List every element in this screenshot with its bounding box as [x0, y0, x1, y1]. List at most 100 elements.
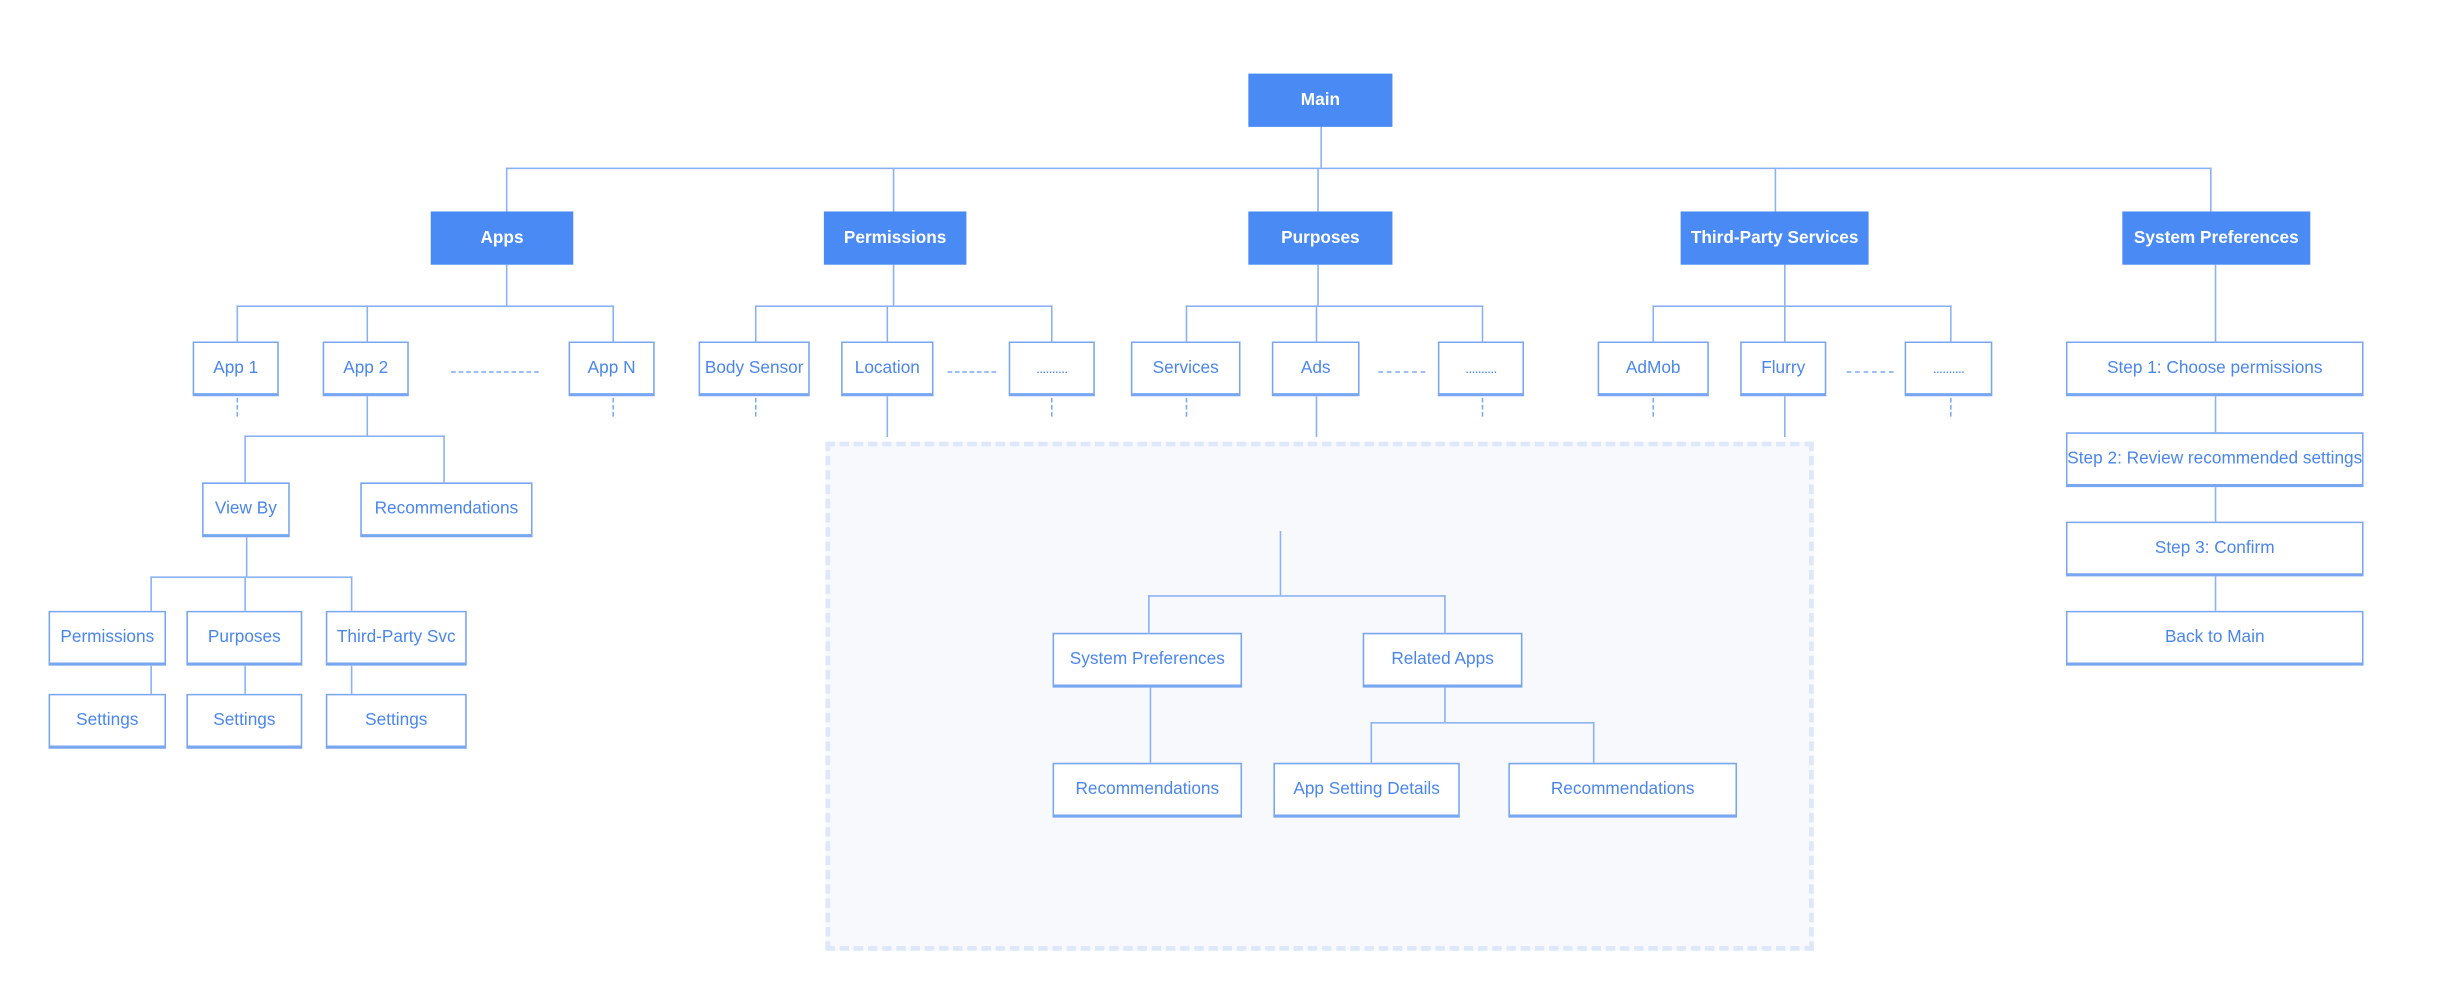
- node-step-1[interactable]: Step 1: Choose permissions: [2065, 341, 2364, 397]
- connector-line: [1592, 722, 1595, 763]
- node-third-party-services[interactable]: Third-Party Services: [1680, 211, 1869, 265]
- connector-line: [612, 305, 614, 342]
- connector-line: [1148, 595, 1446, 597]
- node-app-1[interactable]: App 1: [192, 341, 279, 397]
- connector-line: [1652, 305, 1655, 342]
- ellipsis-dashes: [1846, 371, 1894, 373]
- dashed-connector: [1050, 397, 1053, 417]
- node-settings-permissions[interactable]: Settings: [48, 693, 167, 749]
- connector-line: [1444, 595, 1446, 633]
- node-detail-recommendations[interactable]: Recommendations: [1052, 762, 1243, 818]
- connector-line: [1317, 264, 1319, 306]
- connector-line: [245, 537, 248, 577]
- node-body-sensor[interactable]: Body Sensor: [698, 341, 810, 397]
- connector-line: [236, 305, 239, 342]
- node-apps[interactable]: Apps: [430, 211, 574, 265]
- connector-line: [150, 576, 353, 578]
- connector-line: [150, 576, 152, 611]
- connector-line: [244, 435, 445, 437]
- node-related-apps[interactable]: Related Apps: [1362, 632, 1523, 688]
- connector-line: [350, 665, 353, 694]
- node-more-purposes[interactable]: ..........: [1437, 341, 1525, 397]
- connector-line: [150, 665, 152, 694]
- dashed-connector: [612, 397, 614, 417]
- dashed-connector: [754, 397, 757, 417]
- node-admob[interactable]: AdMob: [1597, 341, 1709, 397]
- connector-line: [892, 167, 895, 212]
- connector-line: [1481, 305, 1484, 342]
- connector-line: [236, 305, 614, 307]
- node-settings-third-party[interactable]: Settings: [325, 693, 467, 749]
- connector-line: [1784, 264, 1786, 306]
- node-related-recommendations[interactable]: Recommendations: [1508, 762, 1738, 818]
- node-flurry[interactable]: Flurry: [1740, 341, 1827, 397]
- connector-line: [2214, 487, 2217, 522]
- node-step-2[interactable]: Step 2: Review recommended settings: [2065, 432, 2364, 488]
- connector-line: [754, 305, 1053, 307]
- node-purposes[interactable]: Purposes: [1248, 211, 1393, 265]
- connector-line: [1370, 722, 1595, 724]
- connector-line: [1050, 305, 1053, 342]
- node-back-to-main[interactable]: Back to Main: [2065, 610, 2364, 666]
- node-settings-purposes[interactable]: Settings: [186, 693, 303, 749]
- node-step-3[interactable]: Step 3: Confirm: [2065, 521, 2364, 577]
- node-view-purposes[interactable]: Purposes: [186, 610, 303, 666]
- dashed-connector: [1481, 397, 1484, 417]
- connector-line: [505, 167, 508, 212]
- node-location[interactable]: Location: [841, 341, 934, 397]
- connector-line: [1149, 687, 1152, 763]
- connector-line: [2214, 576, 2217, 611]
- shared-detail-zone: [825, 441, 1814, 951]
- connector-line: [754, 305, 757, 342]
- connector-line: [892, 264, 895, 306]
- node-app-n[interactable]: App N: [568, 341, 655, 397]
- node-main[interactable]: Main: [1248, 73, 1393, 127]
- ellipsis-dashes: [1378, 371, 1426, 373]
- connector-line: [505, 264, 508, 306]
- connector-line: [244, 435, 246, 483]
- connector-line: [443, 435, 445, 483]
- node-view-permissions[interactable]: Permissions: [48, 610, 167, 666]
- connector-line: [1315, 396, 1318, 437]
- ellipsis-dashes: [947, 371, 997, 373]
- node-app-recommendations[interactable]: Recommendations: [360, 482, 533, 538]
- connector-line: [1320, 126, 1322, 168]
- connector-line: [1784, 305, 1786, 342]
- connector-line: [1317, 167, 1319, 212]
- connector-line: [244, 665, 246, 694]
- node-detail-system-preferences[interactable]: System Preferences: [1052, 632, 1243, 688]
- connector-line: [886, 305, 889, 342]
- connector-line: [366, 396, 369, 436]
- node-ads[interactable]: Ads: [1271, 341, 1360, 397]
- node-view-third-party[interactable]: Third-Party Svc: [325, 610, 467, 666]
- connector-line: [1774, 167, 1777, 212]
- dashed-connector: [1950, 397, 1952, 417]
- dashed-connector: [1185, 397, 1188, 417]
- node-more-third-party[interactable]: ..........: [1904, 341, 1993, 397]
- connector-line: [1148, 595, 1150, 633]
- connector-line: [1370, 722, 1373, 763]
- connector-line: [366, 305, 369, 342]
- node-permissions[interactable]: Permissions: [823, 211, 967, 265]
- connector-line: [1784, 396, 1786, 437]
- connector-line: [2210, 167, 2212, 212]
- connector-line: [1652, 305, 1952, 307]
- node-services[interactable]: Services: [1130, 341, 1241, 397]
- connector-line: [1185, 305, 1484, 307]
- connector-line: [886, 396, 889, 437]
- connector-line: [350, 576, 353, 611]
- connector-line: [2214, 264, 2217, 342]
- node-more-permissions[interactable]: ..........: [1008, 341, 1095, 397]
- dashed-connector: [1652, 397, 1655, 417]
- sitemap-diagram: Main Apps Permissions Purposes Third-Par…: [0, 0, 2456, 1006]
- node-system-preferences[interactable]: System Preferences: [2122, 211, 2311, 265]
- connector-line: [1950, 305, 1952, 342]
- connector-line: [1279, 530, 1282, 596]
- connector-line: [2214, 396, 2217, 433]
- node-view-by[interactable]: View By: [202, 482, 290, 538]
- node-app-setting-details[interactable]: App Setting Details: [1273, 762, 1460, 818]
- ellipsis-dashes: [451, 371, 539, 373]
- connector-line: [505, 167, 2212, 170]
- connector-line: [1315, 305, 1318, 342]
- node-app-2[interactable]: App 2: [322, 341, 409, 397]
